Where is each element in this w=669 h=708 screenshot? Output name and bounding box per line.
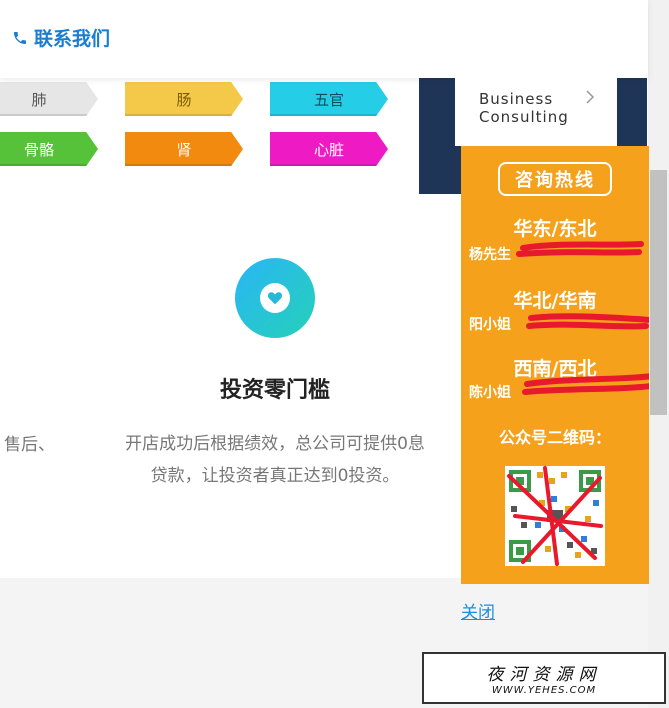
tag-bone[interactable]: 骨骼 [0, 132, 98, 166]
tag-heart[interactable]: 心脏 [270, 132, 388, 166]
feature-left-fragment: 售后、 [4, 435, 55, 455]
tag-label: 肠 [176, 90, 192, 109]
tag-facial-features[interactable]: 五官 [270, 82, 388, 116]
qr-title: 公众号二维码： [498, 428, 611, 447]
chevron-right-icon [586, 90, 595, 104]
tag-intestine[interactable]: 肠 [125, 82, 243, 116]
tag-kidney[interactable]: 肾 [125, 132, 243, 166]
contact-us-link[interactable]: 联系我们 [12, 24, 110, 51]
contact-us-label: 联系我们 [34, 28, 111, 50]
business-consulting-text: Business Consulting [479, 90, 569, 126]
watermark-en: WWW.YEHES.COM [491, 685, 597, 696]
feature-description: 开店成功后根据绩效，总公司可提供0息 贷款，让投资者真正达到0投资。 [125, 434, 425, 486]
tag-lung[interactable]: 肺 [0, 82, 98, 116]
watermark-cn: 夜河资源网 [486, 665, 602, 685]
heart-icon [260, 283, 290, 313]
scrollbar-thumb[interactable] [650, 170, 667, 415]
tag-label: 肺 [31, 90, 47, 109]
top-bar: 联系我们 [0, 0, 648, 78]
feature-title: 投资零门槛 [219, 378, 330, 403]
hotline-panel: 咨询热线 华东/东北 杨先生 华北/华南 阳小姐 西南/西北 陈小姐 公众号二维… [461, 146, 649, 584]
phone-icon [14, 31, 26, 44]
close-link[interactable]: 关闭 [461, 598, 495, 623]
qr-code-image [505, 466, 605, 566]
feature-icon-circle [235, 258, 315, 338]
business-consulting-card[interactable]: Business Consulting [455, 78, 617, 146]
tag-label: 五官 [313, 90, 344, 109]
tag-label: 骨骼 [23, 140, 54, 159]
tag-label: 肾 [176, 140, 192, 159]
tag-label: 心脏 [313, 140, 344, 159]
watermark-logo: 夜河资源网 WWW.YEHES.COM [422, 652, 666, 704]
